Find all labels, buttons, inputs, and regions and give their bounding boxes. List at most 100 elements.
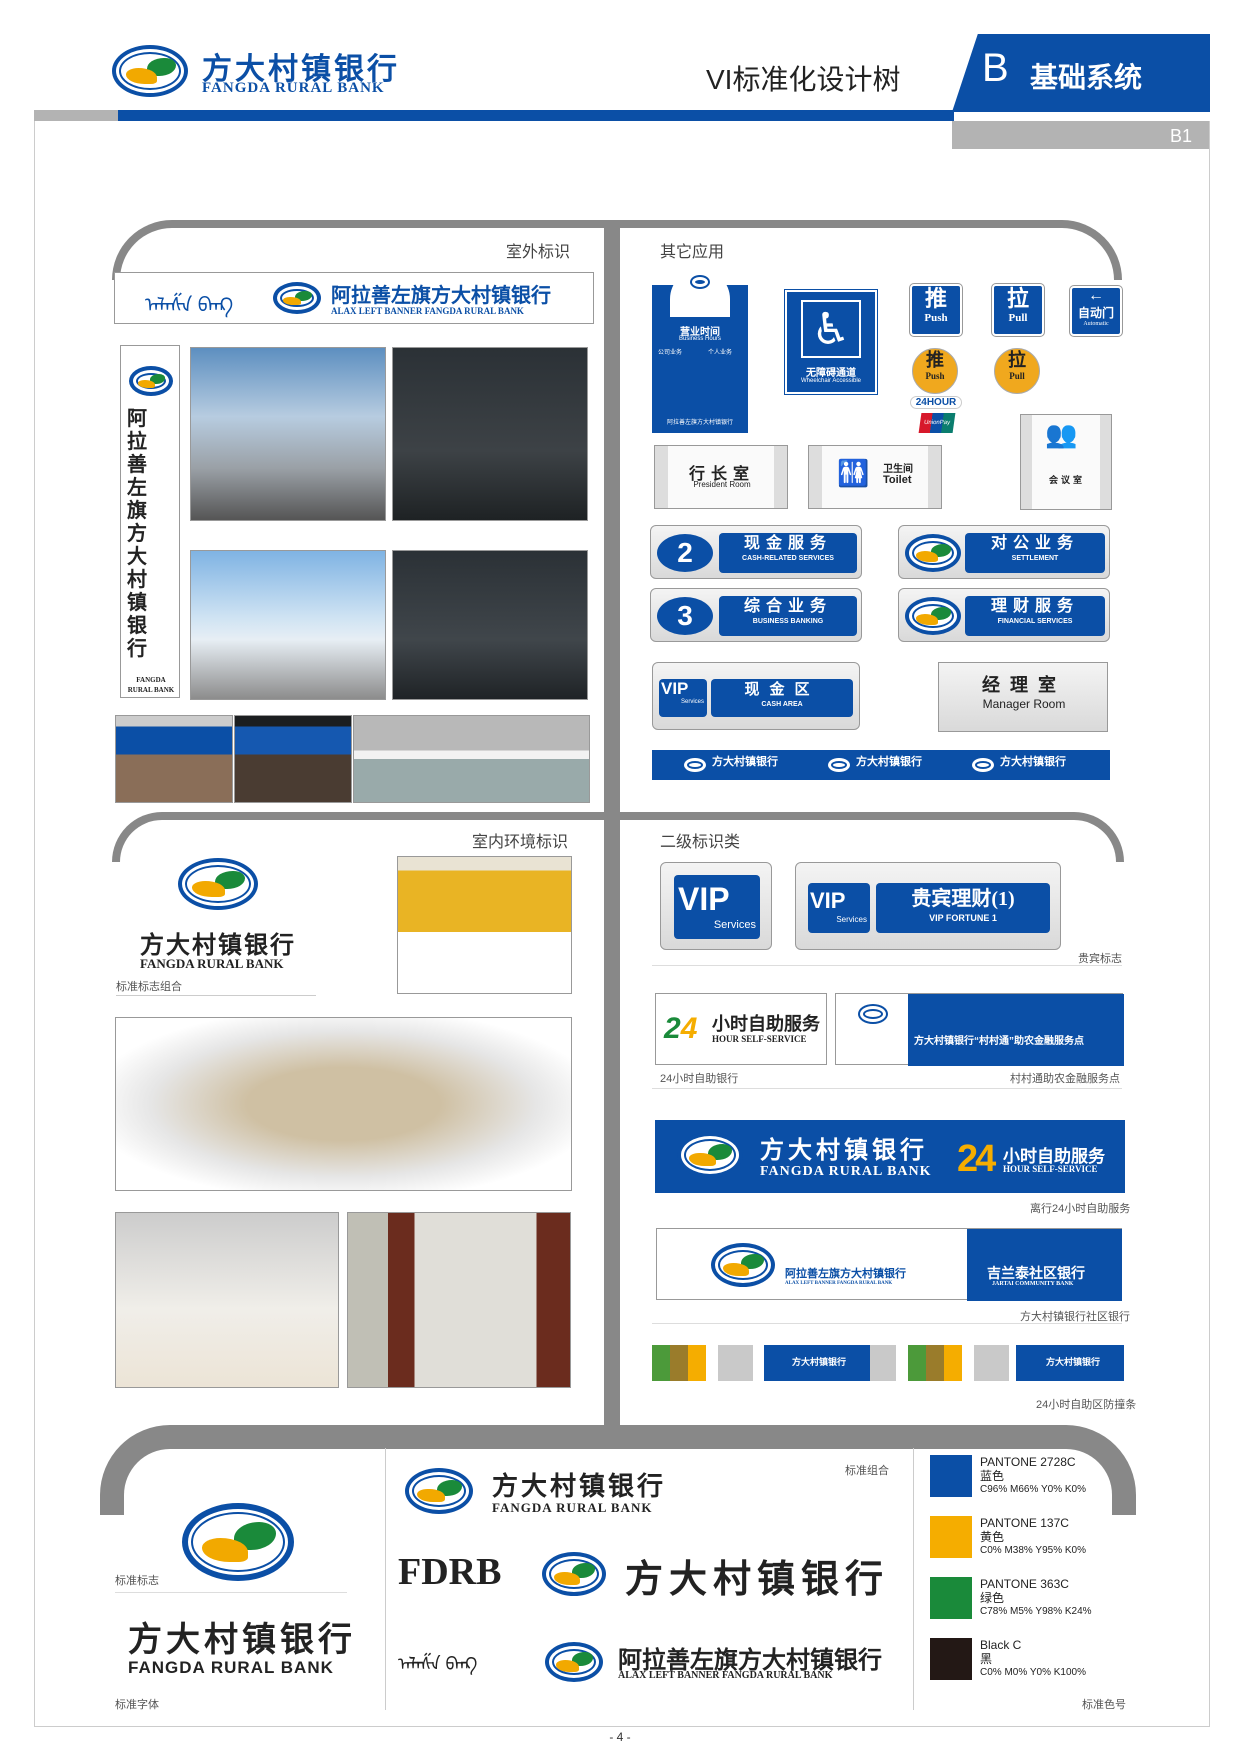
offsite-24: 24 bbox=[957, 1138, 996, 1180]
service-label: 综合业务 BUSINESS BANKING bbox=[719, 596, 857, 636]
service-cn: 现金服务 bbox=[743, 535, 832, 552]
toilet-icon: 🚻 bbox=[837, 458, 870, 488]
std-font-caption: 标准字体 bbox=[115, 1699, 159, 1711]
color-name: PANTONE 2728C bbox=[980, 1455, 1076, 1469]
push-en: Push bbox=[924, 312, 948, 324]
color-swatch-yellow bbox=[930, 1516, 972, 1558]
color-swatch-black bbox=[930, 1638, 972, 1680]
vip-text: VIP bbox=[810, 888, 846, 913]
cash-en: CASH AREA bbox=[761, 701, 803, 708]
number-badge: 3 bbox=[657, 597, 713, 635]
bank-logo-icon bbox=[682, 756, 708, 774]
strip-text: 方大村镇银行 bbox=[792, 1357, 847, 1367]
bank-logo-icon bbox=[178, 858, 258, 910]
service-cn: 理财服务 bbox=[990, 598, 1079, 615]
bank-logo-icon bbox=[970, 756, 996, 774]
vip-badge: VIP Services bbox=[674, 875, 760, 939]
community-long-cn: 阿拉善左旗方大村镇银行 bbox=[785, 1268, 906, 1280]
outdoor-banner: ᠠᠯᠠᠱᠠ ᠪᠠᠨᠺ 阿拉善左旗方大村镇银行 ALAX LEFT BANNER … bbox=[114, 272, 594, 324]
community-cn: 吉兰泰社区银行 bbox=[987, 1267, 1085, 1282]
std-font-en: FANGDA RURAL BANK bbox=[128, 1658, 334, 1677]
section-title-indoor: 室内环境标识 bbox=[472, 834, 569, 851]
crash-caption: 24小时自助区防撞条 bbox=[1036, 1399, 1137, 1411]
page-number: - 4 - bbox=[609, 1730, 631, 1744]
bank-logo-icon bbox=[129, 366, 173, 396]
doc-title: VI标准化设计树 bbox=[706, 64, 901, 95]
vip-caption: 贵宾标志 bbox=[1078, 953, 1122, 965]
crash-bar-strip: 方大村镇银行 方大村镇银行 bbox=[652, 1345, 1124, 1381]
section-title-outdoor: 室外标识 bbox=[506, 244, 571, 261]
service-sign-cash: 2 现金服务 CASH-RELATED SERVICES bbox=[650, 525, 862, 579]
arrow-left-icon: ← bbox=[1088, 287, 1104, 304]
divider-vertical bbox=[913, 1448, 914, 1710]
color-cn: 黄色 bbox=[980, 1530, 1005, 1544]
combo-en: FANGDA RURAL BANK bbox=[492, 1500, 653, 1515]
combo-caption: 标准组合 bbox=[845, 1465, 889, 1477]
pull-en: Pull bbox=[1008, 312, 1028, 324]
bank-logo-icon bbox=[826, 756, 852, 774]
toilet-sign: 🚻 卫生间 Toilet bbox=[808, 445, 942, 509]
service-label: 对公业务 SETTLEMENT bbox=[965, 533, 1105, 573]
color-name: Black C bbox=[980, 1638, 1022, 1652]
meeting-cn: 会议室 bbox=[1048, 475, 1085, 485]
service-cn: 对公业务 bbox=[990, 535, 1079, 552]
mongolian-script: ᠠᠯᠠᠱᠠ ᠪᠠᠨᠺ bbox=[145, 295, 234, 317]
color-name: PANTONE 137C bbox=[980, 1516, 1069, 1530]
wheelchair-sign: ♿ 无障碍通道 Wheelchair Accessible bbox=[784, 289, 878, 395]
color-swatch-green bbox=[930, 1577, 972, 1619]
pull-sticker-cn: 拉 bbox=[1008, 350, 1026, 370]
photo-restroom bbox=[347, 1212, 571, 1388]
service-sign-business: 3 综合业务 BUSINESS BANKING bbox=[650, 588, 862, 642]
meeting-room-sign: 👥 会议室 bbox=[1020, 414, 1112, 510]
vertical-en-2: RURAL BANK bbox=[127, 686, 175, 694]
vip-text: VIP bbox=[678, 881, 730, 917]
standard-logo-icon bbox=[182, 1503, 294, 1581]
bank-logo-icon bbox=[905, 534, 961, 572]
pull-cn: 拉 bbox=[1006, 286, 1029, 311]
offsite-caption: 离行24小时自助服务 bbox=[1030, 1203, 1131, 1215]
self-service-cn: 小时自助服务 bbox=[712, 1014, 820, 1034]
photo-branch-day bbox=[190, 550, 386, 700]
community-en: JARTAI COMMUNITY BANK bbox=[992, 1281, 1074, 1287]
vip-badge: VIP Services bbox=[808, 883, 870, 933]
service-en: FINANCIAL SERVICES bbox=[997, 618, 1073, 625]
business-hours-board: 营业时间 Business Hours 公司业务 个人业务 阿拉善左旗方大村镇银… bbox=[652, 269, 748, 433]
toilet-en: Toilet bbox=[883, 474, 912, 486]
self-service-caption: 24小时自助银行 bbox=[660, 1073, 739, 1085]
services-text: Services bbox=[713, 919, 756, 931]
photo-floor-plan bbox=[115, 1017, 572, 1191]
vertical-cn: 阿拉善左旗方大村镇银行 bbox=[127, 408, 147, 660]
header-rule-gray bbox=[34, 110, 118, 121]
number-badge: 2 bbox=[657, 534, 713, 572]
combo-cn-large: 方大村镇银行 bbox=[625, 1559, 890, 1601]
bank-logo-icon bbox=[112, 45, 188, 97]
service-en: CASH-RELATED SERVICES bbox=[742, 555, 834, 562]
color-cmyk: C96% M66% Y0% K0% bbox=[980, 1484, 1086, 1495]
vip-text: VIP bbox=[661, 679, 689, 698]
push-sticker: 推 Push bbox=[912, 348, 958, 394]
combo-cn: 方大村镇银行 bbox=[492, 1472, 667, 1501]
hours-col1: 公司业务 bbox=[658, 350, 683, 356]
vip-badge: VIP Services bbox=[659, 679, 707, 717]
wheelchair-icon: ♿ bbox=[801, 300, 861, 358]
meeting-icon: 👥 bbox=[1045, 419, 1078, 449]
push-cn: 推 bbox=[924, 286, 947, 311]
offsite-service-en: HOUR SELF-SERVICE bbox=[1003, 1164, 1098, 1174]
wheelchair-en: Wheelchair Accessible bbox=[800, 378, 862, 384]
section-letter: B bbox=[982, 46, 1009, 90]
divider bbox=[115, 1592, 347, 1593]
hours-col2: 个人业务 bbox=[708, 350, 733, 356]
photo-tower-night bbox=[392, 347, 588, 521]
strip-text: 方大村镇银行 bbox=[1000, 756, 1066, 768]
photo-reception bbox=[397, 856, 572, 994]
bank-logo-icon bbox=[545, 1642, 603, 1682]
strip-text: 方大村镇银行 bbox=[1046, 1357, 1101, 1367]
bank-logo-icon bbox=[273, 282, 321, 314]
services-text: Services bbox=[680, 699, 704, 705]
vip-fortune-sign: VIP Services 贵宾理财(1) VIP FORTUNE 1 bbox=[795, 862, 1061, 950]
pull-sign: 拉 Pull bbox=[991, 283, 1045, 337]
vertical-en-1: FANGDA bbox=[136, 676, 166, 684]
service-cn: 综合业务 bbox=[743, 598, 832, 615]
photo-branch-night bbox=[392, 550, 588, 700]
header-bank-name-en: FANGDA RURAL BANK bbox=[202, 80, 385, 96]
